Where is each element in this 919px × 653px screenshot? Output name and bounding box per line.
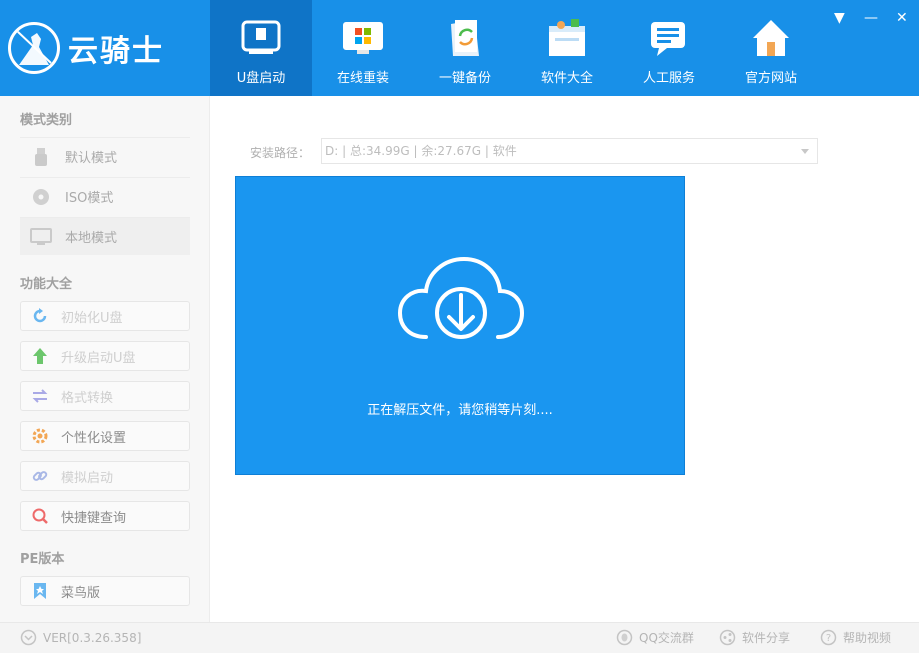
- nav-label: 人工服务: [642, 71, 695, 86]
- minimize-button[interactable]: —: [864, 10, 878, 26]
- nav-one-click-backup[interactable]: 一键备份: [414, 0, 516, 96]
- link-icon: [32, 471, 48, 481]
- app-logo: 云骑士: [8, 14, 208, 82]
- qq-group-label: QQ交流群: [639, 631, 694, 645]
- nav-label: U盘启动: [236, 71, 286, 86]
- help-icon: ?: [820, 629, 837, 646]
- nav-official-site[interactable]: 官方网站: [720, 0, 822, 96]
- nav-software-center[interactable]: 软件大全: [516, 0, 618, 96]
- usb-drive-icon: [241, 20, 281, 54]
- pe-beginner-button[interactable]: 菜鸟版: [20, 576, 190, 606]
- chevron-circle-icon: [20, 629, 37, 646]
- mode-label: 默认模式: [65, 151, 118, 166]
- cloud-download-icon: [397, 256, 525, 339]
- app-name: 云骑士: [68, 34, 164, 69]
- func-label: 模拟启动: [61, 470, 114, 486]
- svg-text:?: ?: [826, 633, 831, 644]
- top-nav: U盘启动 在线重装 一键备份 软件大全 人工服务 官方网站: [210, 0, 822, 96]
- mode-label: ISO模式: [65, 191, 114, 206]
- help-video-label: 帮助视频: [843, 631, 892, 645]
- func-label: 格式转换: [61, 390, 114, 406]
- hotkey-query-button[interactable]: 快捷键查询: [20, 501, 190, 531]
- install-path-label: 安装路径：: [250, 146, 311, 160]
- install-path-select[interactable]: D: | 总:34.99G | 余:27.67G | 软件: [321, 138, 818, 164]
- func-label: 个性化设置: [61, 430, 127, 446]
- func-label: 初始化U盘: [61, 310, 123, 326]
- nav-usb-boot[interactable]: U盘启动: [210, 0, 312, 96]
- mode-default[interactable]: 默认模式: [20, 137, 190, 175]
- func-label: 快捷键查询: [61, 510, 127, 526]
- backup-refresh-icon: [451, 20, 479, 56]
- extract-status-text: 正在解压文件，请您稍等片刻....: [367, 403, 553, 418]
- version-info: VER[0.3.26.358]: [20, 629, 141, 646]
- gear-icon: [32, 428, 48, 444]
- monitor-icon: [30, 227, 52, 245]
- nav-label: 在线重装: [336, 71, 389, 86]
- software-box-icon: [549, 19, 585, 56]
- share-icon: [719, 629, 736, 646]
- func-label: 菜鸟版: [61, 585, 101, 601]
- windows-monitor-icon: [343, 22, 383, 54]
- mode-label: 本地模式: [65, 231, 118, 246]
- functions-title: 功能大全: [20, 277, 73, 292]
- arrow-up-icon: [33, 348, 47, 364]
- mode-iso[interactable]: ISO模式: [20, 177, 190, 215]
- bookmark-icon: [34, 583, 46, 599]
- nav-online-reinstall[interactable]: 在线重装: [312, 0, 414, 96]
- chat-bubble-icon: [651, 22, 685, 56]
- qq-group-link[interactable]: QQ交流群: [616, 629, 694, 646]
- personalize-button[interactable]: 个性化设置: [20, 421, 190, 451]
- close-button[interactable]: ✕: [896, 10, 908, 26]
- menu-button[interactable]: ▼: [834, 10, 845, 26]
- nav-manual-service[interactable]: 人工服务: [618, 0, 720, 96]
- nav-label: 官方网站: [744, 71, 797, 86]
- share-label: 软件分享: [742, 631, 791, 645]
- mode-category-title: 模式类别: [20, 113, 73, 128]
- swap-arrows-icon: [32, 389, 48, 403]
- usb-stick-icon: [35, 147, 47, 166]
- title-bar: 云骑士 U盘启动 在线重装 一键备份 软件大全 人工服务 官方网站 ▼ — ✕: [0, 0, 919, 96]
- nav-label: 一键备份: [438, 71, 491, 86]
- extract-progress-panel: 正在解压文件，请您稍等片刻....: [235, 176, 685, 475]
- search-icon: [32, 508, 48, 524]
- install-path-value: D: | 总:34.99G | 余:27.67G | 软件: [325, 144, 517, 158]
- help-video-link[interactable]: ? 帮助视频: [820, 629, 891, 646]
- nav-label: 软件大全: [540, 71, 593, 86]
- version-text: VER[0.3.26.358]: [43, 630, 142, 645]
- simulate-boot-button[interactable]: 模拟启动: [20, 461, 190, 491]
- format-convert-button[interactable]: 格式转换: [20, 381, 190, 411]
- refresh-icon: [33, 308, 47, 323]
- pe-version-title: PE版本: [20, 552, 65, 567]
- chevron-down-icon: [801, 149, 809, 154]
- knight-logo-icon: [8, 22, 60, 74]
- mode-local[interactable]: 本地模式: [20, 217, 190, 255]
- home-icon: [753, 20, 789, 56]
- main-panel: 安装路径： D: | 总:34.99G | 余:27.67G | 软件 正在解压…: [210, 96, 919, 622]
- disc-icon: [33, 188, 49, 205]
- init-usb-button[interactable]: 初始化U盘: [20, 301, 190, 331]
- sidebar: 模式类别 默认模式 ISO模式 本地模式 功能大全 初始化U盘 升级启动U盘 格…: [0, 96, 210, 622]
- upgrade-usb-button[interactable]: 升级启动U盘: [20, 341, 190, 371]
- share-link[interactable]: 软件分享: [719, 629, 790, 646]
- qq-icon: [616, 629, 633, 646]
- func-label: 升级启动U盘: [61, 350, 136, 366]
- status-bar: VER[0.3.26.358] QQ交流群 软件分享 ? 帮助视频: [0, 622, 919, 653]
